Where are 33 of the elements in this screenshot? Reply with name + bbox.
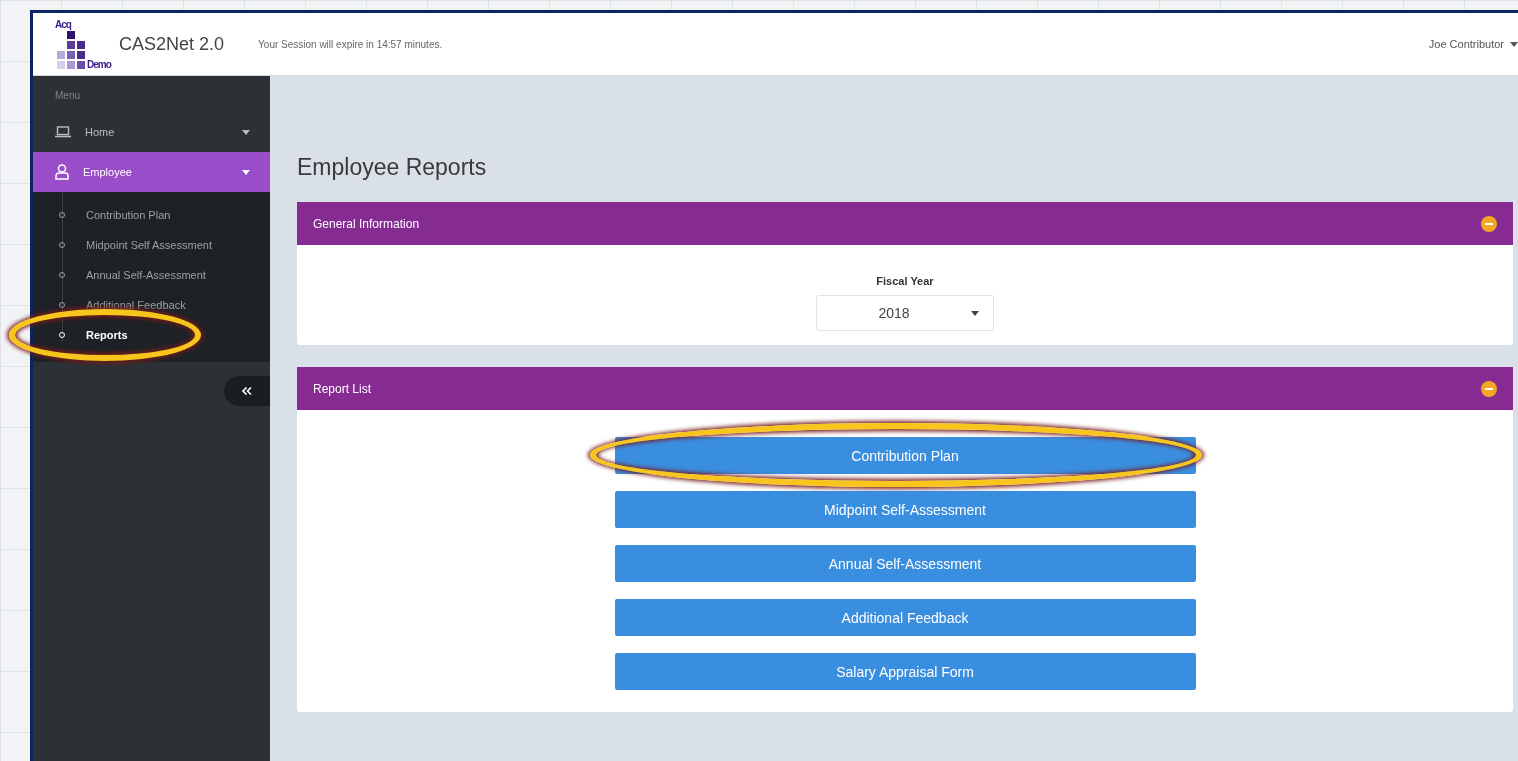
submenu-item[interactable]: Reports [33, 320, 270, 350]
panel-title: General Information [313, 216, 420, 231]
collapse-icon[interactable] [1481, 380, 1497, 397]
caret-icon [242, 129, 250, 135]
caret-icon [1510, 41, 1518, 47]
report-button[interactable]: Contribution Plan [614, 437, 1196, 474]
panel-title: Report List [313, 381, 372, 396]
submenu-item[interactable]: Contribution Plan [33, 200, 270, 230]
caret-icon [242, 169, 250, 175]
fiscal-year-select[interactable]: 2018 [816, 295, 994, 331]
field-label: Fiscal Year [876, 275, 934, 287]
collapse-button[interactable] [224, 376, 270, 406]
report-button[interactable]: Additional Feedback [614, 599, 1196, 636]
user-menu[interactable]: Joe Contributor [1428, 38, 1518, 50]
session-notice: Your Session will expire in 14:57 minutes. [258, 38, 443, 50]
page-title: Employee Reports [297, 154, 488, 181]
app-name: CAS2Net 2.0 [119, 33, 225, 55]
caret-icon [971, 310, 979, 316]
logo-text: Demo [87, 59, 111, 70]
submenu-item[interactable]: Additional Feedback [33, 290, 270, 320]
report-button[interactable]: Salary Appraisal Form [614, 653, 1196, 690]
logo-text: Acq [55, 19, 71, 30]
submenu-item[interactable]: Midpoint Self Assessment [33, 230, 270, 260]
menu-item[interactable]: Employee [33, 152, 270, 192]
chevrons-left-icon [242, 387, 252, 395]
menu-item[interactable]: Home [33, 112, 270, 152]
user-icon [55, 164, 69, 180]
report-button[interactable]: Midpoint Self-Assessment [614, 491, 1196, 528]
report-button[interactable]: Annual Self-Assessment [614, 545, 1196, 582]
collapse-icon[interactable] [1481, 215, 1497, 232]
laptop-icon [55, 126, 71, 138]
menu-heading: Menu [54, 89, 81, 103]
submenu-item[interactable]: Annual Self-Assessment [33, 260, 270, 290]
